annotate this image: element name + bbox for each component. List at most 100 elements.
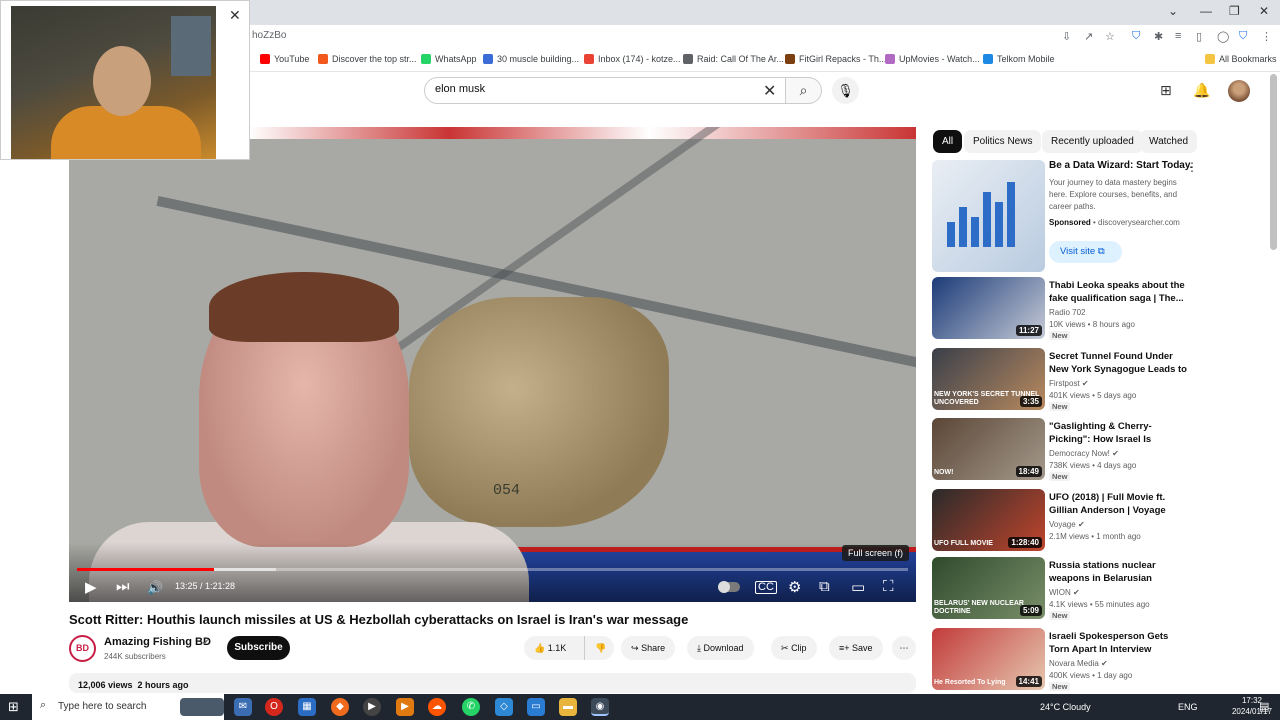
channel-name[interactable]: Amazing Fishing BD: [104, 636, 211, 648]
description-box[interactable]: [69, 673, 916, 693]
theater-mode-icon[interactable]: ▭: [851, 578, 865, 596]
bookmark-item[interactable]: YouTube: [260, 54, 309, 64]
address-bar-text[interactable]: hoZzBo: [252, 30, 286, 41]
save-button[interactable]: ≡+ Save: [829, 636, 883, 660]
webcam-overlay[interactable]: ✕: [0, 0, 250, 160]
language-indicator[interactable]: ENG: [1178, 702, 1198, 712]
settings-gear-icon[interactable]: ⚙: [788, 578, 801, 596]
recommended-video[interactable]: NOW! 18:49 "Gaslighting & Cherry-Picking":…: [932, 418, 1192, 482]
search-input[interactable]: [435, 83, 755, 95]
notifications-bell-icon[interactable]: 🔔: [1193, 82, 1210, 99]
recommended-channel[interactable]: Voyage ✔: [1049, 520, 1085, 529]
all-bookmarks[interactable]: All Bookmarks: [1205, 54, 1277, 64]
autoplay-toggle[interactable]: [718, 581, 740, 593]
chip-recently-uploaded[interactable]: Recently uploaded: [1042, 130, 1143, 153]
chrome-icon[interactable]: ◉: [591, 698, 609, 716]
install-icon[interactable]: ⇩: [1062, 30, 1071, 43]
bookmark-item[interactable]: 30 muscle building...: [483, 54, 579, 64]
recommended-channel[interactable]: Radio 702: [1049, 308, 1085, 317]
browser-menu-icon[interactable]: ⋮: [1261, 30, 1272, 43]
windows-start-icon[interactable]: ⊞: [8, 699, 19, 715]
recommended-title[interactable]: Secret Tunnel Found Under New York Synag…: [1049, 350, 1187, 377]
recommended-channel[interactable]: WION ✔: [1049, 588, 1080, 597]
app-icon[interactable]: ◆: [331, 698, 349, 716]
reading-list-icon[interactable]: ≡: [1175, 30, 1181, 42]
vpn-shield-icon[interactable]: ⛉: [1239, 30, 1247, 43]
media-player-icon[interactable]: ▶: [363, 698, 381, 716]
bookmark-item[interactable]: Discover the top str...: [318, 54, 417, 64]
subscribe-button[interactable]: Subscribe: [227, 636, 290, 660]
recommended-title[interactable]: UFO (2018) | Full Movie ft. Gillian Ande…: [1049, 491, 1187, 517]
bookmark-item[interactable]: UpMovies - Watch...: [885, 54, 980, 64]
channel-avatar[interactable]: BD: [69, 635, 96, 662]
recommended-channel[interactable]: Democracy Now! ✔: [1049, 449, 1119, 458]
extensions-icon[interactable]: ✱: [1154, 30, 1163, 43]
app-diamond-icon[interactable]: ◇: [495, 698, 513, 716]
search-box[interactable]: ✕: [424, 77, 786, 104]
miniplayer-icon[interactable]: ⧉: [819, 578, 830, 595]
video-app-icon[interactable]: ▶: [396, 698, 414, 716]
file-explorer-icon[interactable]: ▬: [559, 698, 577, 716]
store-icon[interactable]: ▦: [298, 698, 316, 716]
recommended-title[interactable]: Israeli Spokesperson Gets Torn Apart In …: [1049, 630, 1187, 656]
volume-icon[interactable]: 🔊: [147, 580, 163, 596]
recommended-channel[interactable]: Novara Media ✔: [1049, 659, 1108, 668]
task-view-thumbnail-icon[interactable]: [180, 698, 224, 716]
video-thumbnail[interactable]: NOW! 18:49: [932, 418, 1045, 480]
page-scrollbar[interactable]: [1270, 74, 1277, 250]
soundcloud-icon[interactable]: ☁: [428, 698, 446, 716]
chip-watched[interactable]: Watched: [1140, 130, 1198, 153]
minimize-button[interactable]: —: [1200, 4, 1212, 18]
side-panel-icon[interactable]: ▯: [1196, 30, 1202, 43]
clear-search-icon[interactable]: ✕: [763, 81, 776, 101]
fullscreen-icon[interactable]: ⛶: [883, 578, 894, 595]
share-button[interactable]: ↪ Share: [621, 636, 676, 660]
user-avatar[interactable]: [1228, 80, 1250, 102]
opera-icon[interactable]: O: [265, 698, 283, 716]
video-thumbnail[interactable]: He Resorted To Lying 14:41: [932, 628, 1045, 690]
bookmark-item[interactable]: FitGirl Repacks - Th...: [785, 54, 886, 64]
bookmark-item[interactable]: Inbox (174) - kotze...: [584, 54, 681, 64]
close-icon[interactable]: ✕: [229, 7, 241, 24]
bookmark-item[interactable]: Raid: Call Of The Ar...: [683, 54, 784, 64]
next-video-icon[interactable]: ⏭: [116, 578, 130, 595]
more-vertical-icon[interactable]: ⋮: [1186, 160, 1198, 174]
recommended-video[interactable]: 11:27 Thabi Leoka speaks about the fake q…: [932, 277, 1192, 341]
extension-shield-icon[interactable]: ⛉: [1132, 30, 1140, 43]
video-thumbnail[interactable]: 11:27: [932, 277, 1045, 339]
chip-politics-news[interactable]: Politics News: [964, 130, 1042, 153]
mail-app-icon[interactable]: ✉: [234, 698, 252, 716]
share-page-icon[interactable]: ↗: [1084, 30, 1093, 43]
captions-icon[interactable]: CC: [755, 581, 777, 594]
search-button[interactable]: ⌕: [786, 77, 822, 104]
tab-search-icon[interactable]: ⌄: [1168, 4, 1178, 18]
weather-widget[interactable]: 24°C Cloudy: [1040, 702, 1091, 712]
recommended-video[interactable]: UFO FULL MOVIE 1:28:40 UFO (2018) | Full M…: [932, 489, 1192, 553]
close-window-button[interactable]: ✕: [1259, 4, 1269, 18]
bookmark-item[interactable]: WhatsApp: [421, 54, 477, 64]
notification-center-icon[interactable]: ▤: [1259, 700, 1269, 713]
voice-search-button[interactable]: 🎙: [832, 77, 859, 104]
recommended-video[interactable]: BELARUS' NEW NUCLEAR DOCTRINE 5:09 Russia …: [932, 557, 1192, 621]
video-thumbnail[interactable]: UFO FULL MOVIE 1:28:40: [932, 489, 1045, 551]
more-actions-button[interactable]: ⋯: [892, 636, 916, 660]
bookmark-item[interactable]: Telkom Mobile: [983, 54, 1055, 64]
recommended-title[interactable]: "Gaslighting & Cherry-Picking": How Isra…: [1049, 420, 1187, 447]
video-thumbnail[interactable]: BELARUS' NEW NUCLEAR DOCTRINE 5:09: [932, 557, 1045, 619]
restore-button[interactable]: ❐: [1229, 4, 1240, 18]
video-player[interactable]: 054 Full screen (f) ▶ ⏭ 🔊 13:25 / 1:21:2…: [69, 127, 916, 602]
ad-thumbnail[interactable]: [932, 160, 1045, 272]
recommended-channel[interactable]: Firstpost ✔: [1049, 379, 1089, 388]
ad-title[interactable]: Be a Data Wizard: Start Today.: [1049, 160, 1192, 171]
video-thumbnail[interactable]: NEW YORK'S SECRET TUNNEL UNCOVERED 3:35: [932, 348, 1045, 410]
like-button[interactable]: 👍 1.1K: [524, 636, 584, 660]
recommended-title[interactable]: Russia stations nuclear weapons in Belar…: [1049, 559, 1187, 586]
chip-all[interactable]: All: [933, 130, 963, 153]
bookmark-star-icon[interactable]: ☆: [1105, 30, 1115, 43]
recommended-video[interactable]: NEW YORK'S SECRET TUNNEL UNCOVERED 3:35 Se…: [932, 348, 1192, 412]
window-app-icon[interactable]: ▭: [527, 698, 545, 716]
whatsapp-icon[interactable]: ✆: [462, 698, 480, 716]
download-button[interactable]: ⤓ Download: [687, 636, 754, 660]
visit-site-button[interactable]: Visit site ⧉: [1049, 241, 1122, 263]
play-icon[interactable]: ▶: [85, 578, 97, 596]
